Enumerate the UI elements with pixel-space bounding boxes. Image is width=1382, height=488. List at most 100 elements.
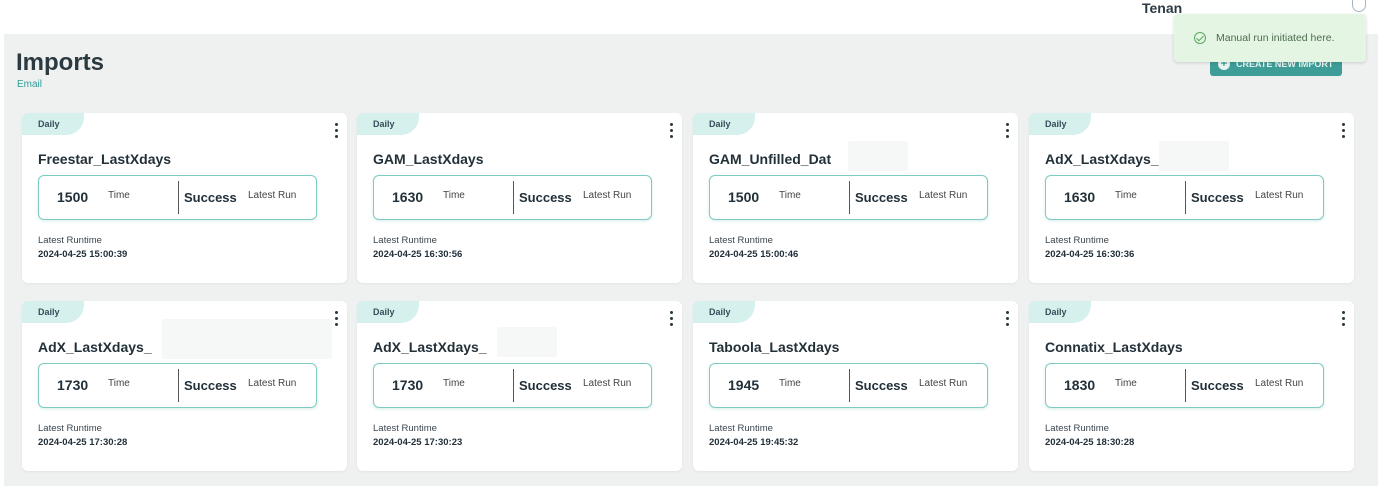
schedule-time: 1730 — [57, 377, 89, 393]
runtime-value: 2024-04-25 16:30:56 — [373, 249, 463, 260]
time-label: Time — [108, 378, 130, 389]
import-card[interactable]: Daily GAM_LastXdays 1630 Time Success La… — [357, 113, 682, 283]
frequency-badge: Daily — [693, 113, 755, 135]
frequency-badge: Daily — [693, 301, 755, 323]
import-card[interactable]: Daily GAM_Unfilled_Dat 1500 Time Success… — [693, 113, 1018, 283]
runtime-value: 2024-04-25 15:00:39 — [38, 249, 128, 260]
status-label: Latest Run — [583, 190, 632, 201]
frequency-badge: Daily — [1029, 301, 1091, 323]
status-label: Latest Run — [248, 378, 297, 389]
more-menu-icon[interactable] — [1338, 309, 1348, 327]
time-label: Time — [779, 378, 801, 389]
stats-box: 1830 Time Success Latest Run — [1045, 363, 1324, 408]
more-menu-icon[interactable] — [666, 309, 676, 327]
more-menu-icon[interactable] — [331, 309, 341, 327]
import-card[interactable]: Daily AdX_LastXdays_ 1630 Time Success L… — [1029, 113, 1354, 283]
import-card[interactable]: Daily Taboola_LastXdays 1945 Time Succes… — [693, 301, 1018, 471]
time-label: Time — [1115, 190, 1137, 201]
import-name: Taboola_LastXdays — [709, 339, 840, 355]
schedule-time: 1945 — [728, 377, 760, 393]
more-menu-icon[interactable] — [331, 121, 341, 139]
page-subtitle: Email — [17, 79, 43, 90]
more-menu-icon[interactable] — [1338, 121, 1348, 139]
stats-box: 1630 Time Success Latest Run — [1045, 175, 1324, 220]
import-card[interactable]: Daily Connatix_LastXdays 1830 Time Succe… — [1029, 301, 1354, 471]
frequency-badge: Daily — [357, 113, 419, 135]
runtime-label: Latest Runtime — [373, 423, 437, 434]
runtime-label: Latest Runtime — [1045, 235, 1109, 246]
toast-message: Manual run initiated here. — [1216, 32, 1335, 44]
more-menu-icon[interactable] — [666, 121, 676, 139]
schedule-time: 1500 — [57, 189, 89, 205]
import-name: AdX_LastXdays_ — [38, 339, 152, 355]
stats-box: 1500 Time Success Latest Run — [38, 175, 317, 220]
stats-box: 1730 Time Success Latest Run — [373, 363, 652, 408]
import-card[interactable]: Daily AdX_LastXdays_ 1730 Time Success L… — [357, 301, 682, 471]
import-name: Connatix_LastXdays — [1045, 339, 1183, 355]
run-status: Success — [184, 190, 237, 205]
stats-divider — [178, 181, 179, 214]
import-name: AdX_LastXdays_ — [373, 339, 487, 355]
frequency-badge: Daily — [22, 301, 84, 323]
frequency-badge: Daily — [22, 113, 84, 135]
runtime-label: Latest Runtime — [38, 235, 102, 246]
stats-divider — [513, 369, 514, 402]
status-label: Latest Run — [1255, 190, 1304, 201]
toast-notification: Manual run initiated here. — [1174, 14, 1366, 62]
more-menu-icon[interactable] — [1002, 121, 1012, 139]
stats-box: 1730 Time Success Latest Run — [38, 363, 317, 408]
page-title: Imports — [16, 49, 105, 76]
run-status: Success — [1191, 378, 1244, 393]
runtime-label: Latest Runtime — [1045, 423, 1109, 434]
runtime-value: 2024-04-25 17:30:23 — [373, 437, 463, 448]
import-name: Freestar_LastXdays — [38, 151, 172, 167]
runtime-value: 2024-04-25 15:00:46 — [709, 249, 799, 260]
run-status: Success — [1191, 190, 1244, 205]
run-status: Success — [519, 190, 572, 205]
runtime-value: 2024-04-25 17:30:28 — [38, 437, 128, 448]
check-circle-icon — [1194, 32, 1206, 44]
time-label: Time — [443, 378, 465, 389]
import-card[interactable]: Daily Freestar_LastXdays 1500 Time Succe… — [22, 113, 347, 283]
redacted-area — [162, 319, 332, 359]
run-status: Success — [855, 378, 908, 393]
redacted-area — [1159, 141, 1229, 171]
runtime-label: Latest Runtime — [373, 235, 437, 246]
run-status: Success — [519, 378, 572, 393]
status-label: Latest Run — [248, 190, 297, 201]
run-status: Success — [855, 190, 908, 205]
schedule-time: 1630 — [1064, 189, 1096, 205]
status-label: Latest Run — [583, 378, 632, 389]
runtime-value: 2024-04-25 19:45:32 — [709, 437, 799, 448]
status-label: Latest Run — [919, 378, 968, 389]
frequency-badge: Daily — [1029, 113, 1091, 135]
time-label: Time — [443, 190, 465, 201]
user-icon[interactable] — [1352, 0, 1366, 12]
time-label: Time — [779, 190, 801, 201]
stats-divider — [513, 181, 514, 214]
runtime-value: 2024-04-25 18:30:28 — [1045, 437, 1135, 448]
status-label: Latest Run — [1255, 378, 1304, 389]
stats-divider — [1185, 181, 1186, 214]
runtime-label: Latest Runtime — [38, 423, 102, 434]
time-label: Time — [1115, 378, 1137, 389]
schedule-time: 1830 — [1064, 377, 1096, 393]
import-name: AdX_LastXdays_ — [1045, 151, 1159, 167]
stats-box: 1945 Time Success Latest Run — [709, 363, 988, 408]
schedule-time: 1730 — [392, 377, 424, 393]
stats-box: 1500 Time Success Latest Run — [709, 175, 988, 220]
stats-divider — [849, 369, 850, 402]
import-card[interactable]: Daily AdX_LastXdays_ 1730 Time Success L… — [22, 301, 347, 471]
import-name: GAM_LastXdays — [373, 151, 484, 167]
runtime-label: Latest Runtime — [709, 423, 773, 434]
more-menu-icon[interactable] — [1002, 309, 1012, 327]
import-name: GAM_Unfilled_Dat — [709, 151, 832, 167]
run-status: Success — [184, 378, 237, 393]
stats-divider — [849, 181, 850, 214]
runtime-value: 2024-04-25 16:30:36 — [1045, 249, 1135, 260]
stats-divider — [178, 369, 179, 402]
schedule-time: 1630 — [392, 189, 424, 205]
stats-divider — [1185, 369, 1186, 402]
redacted-area — [497, 327, 557, 357]
stats-box: 1630 Time Success Latest Run — [373, 175, 652, 220]
